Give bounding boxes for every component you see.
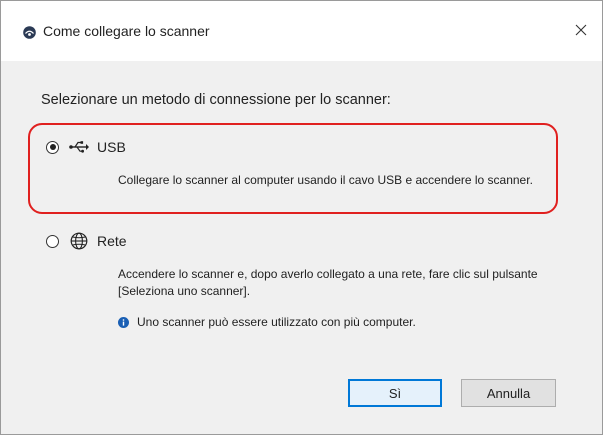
cancel-button[interactable]: Annulla: [461, 379, 556, 407]
network-option-description: Accendere lo scanner e, dopo averlo coll…: [118, 267, 538, 298]
usb-icon: [69, 138, 89, 156]
option-usb[interactable]: USB: [46, 138, 126, 156]
usb-option-label: USB: [97, 139, 126, 155]
network-info-note: Uno scanner può essere utilizzato con pi…: [118, 315, 416, 329]
close-button[interactable]: [566, 15, 596, 45]
network-radio-button[interactable]: [46, 234, 59, 248]
globe-icon: [69, 232, 89, 250]
option-network[interactable]: Rete: [46, 232, 127, 250]
yes-button[interactable]: Sì: [348, 379, 442, 407]
info-icon: [118, 316, 129, 328]
window-title: Come collegare lo scanner: [43, 23, 210, 39]
usb-highlight-frame: [28, 123, 558, 214]
dialog-content: Selezionare un metodo di connessione per…: [1, 61, 602, 434]
network-option-label: Rete: [97, 233, 127, 249]
usb-option-description: Collegare lo scanner al computer usando …: [118, 173, 533, 187]
title-bar: Come collegare lo scanner: [1, 1, 602, 61]
network-info-text: Uno scanner può essere utilizzato con pi…: [137, 315, 416, 329]
scanner-app-icon: [23, 26, 36, 39]
close-icon: [575, 24, 587, 36]
dialog-window: Come collegare lo scanner Selezionare un…: [0, 0, 603, 435]
usb-radio-button[interactable]: [46, 140, 59, 154]
instruction-text: Selezionare un metodo di connessione per…: [41, 92, 391, 108]
